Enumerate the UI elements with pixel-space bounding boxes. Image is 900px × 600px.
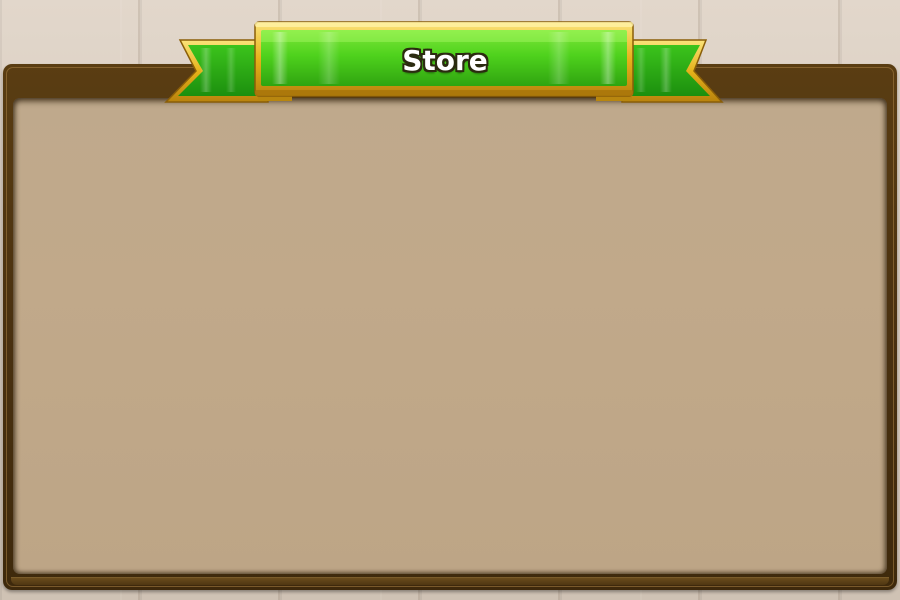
store-panel-bottom-lip bbox=[11, 577, 889, 585]
store-content-area bbox=[13, 98, 887, 574]
store-panel bbox=[3, 64, 897, 590]
